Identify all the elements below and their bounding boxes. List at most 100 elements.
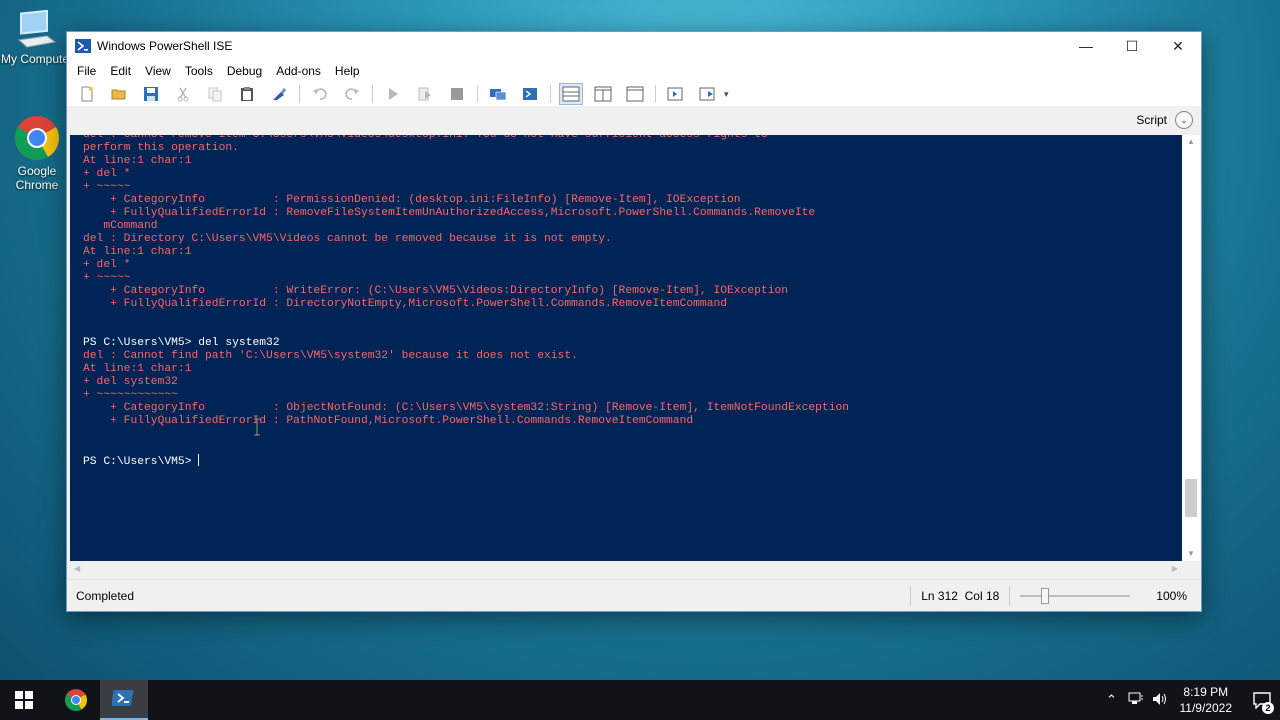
script-toggle-label[interactable]: Script xyxy=(1136,113,1167,127)
start-button[interactable] xyxy=(0,680,48,720)
show-script-pane-right-button[interactable] xyxy=(591,83,615,105)
cut-icon xyxy=(177,87,189,102)
clock[interactable]: 8:19 PM 11/9/2022 xyxy=(1180,684,1233,716)
desktop-icon-google-chrome[interactable]: Google Chrome xyxy=(0,114,74,192)
run-script-button[interactable] xyxy=(381,83,405,105)
save-icon xyxy=(144,87,158,101)
console-prompt-line: PS C:\Users\VM5> del system32 xyxy=(83,337,280,349)
windows-logo-icon xyxy=(15,691,33,709)
console-error-line: At line:1 char:1 xyxy=(83,363,192,375)
toolbar-separator xyxy=(550,85,551,103)
show-script-pane-toggle[interactable]: ⌄ xyxy=(1175,111,1193,129)
text-cursor-icon xyxy=(254,418,260,436)
chevron-up-icon[interactable]: ⌃ xyxy=(1100,692,1124,708)
new-remote-tab-button[interactable] xyxy=(486,83,510,105)
show-script-pane-maximized-button[interactable] xyxy=(623,83,647,105)
minimize-button[interactable]: — xyxy=(1063,32,1109,60)
desktop-icon-label: My Computer xyxy=(0,52,74,66)
network-icon[interactable] xyxy=(1124,692,1148,709)
clock-time: 8:19 PM xyxy=(1183,685,1229,699)
menu-bar: File Edit View Tools Debug Add-ons Help xyxy=(67,60,1201,82)
close-button[interactable]: ✕ xyxy=(1155,32,1201,60)
text-caret xyxy=(198,454,200,466)
console-error-line: + ~~~~~ xyxy=(83,181,131,193)
menu-file[interactable]: File xyxy=(70,64,103,78)
powershell-app-icon xyxy=(75,39,91,53)
volume-icon[interactable] xyxy=(1148,692,1172,709)
run-icon xyxy=(389,88,398,100)
scroll-left-icon[interactable]: ◀ xyxy=(74,561,80,577)
layout-right-icon xyxy=(594,86,612,102)
desktop-icon-label: Google Chrome xyxy=(15,164,59,192)
status-bar: Completed Ln 312 Col 18 100% xyxy=(67,579,1201,611)
window-title: Windows PowerShell ISE xyxy=(97,39,233,53)
console-error-line: + CategoryInfo : ObjectNotFound: (C:\Use… xyxy=(83,402,850,414)
horizontal-scrollbar[interactable]: ◀ ▶ xyxy=(70,561,1200,577)
taskbar-chrome-button[interactable] xyxy=(52,680,100,720)
taskbar-powershell-ise-button[interactable] xyxy=(100,680,148,720)
cut-button[interactable] xyxy=(171,83,195,105)
menu-tools[interactable]: Tools xyxy=(178,64,220,78)
save-button[interactable] xyxy=(139,83,163,105)
menu-debug[interactable]: Debug xyxy=(220,64,269,78)
menu-edit[interactable]: Edit xyxy=(103,64,138,78)
new-button[interactable] xyxy=(75,83,99,105)
console-error-line: del : Directory C:\Users\VM5\Videos cann… xyxy=(83,233,612,245)
computer-icon xyxy=(17,10,57,48)
run-selection-button[interactable] xyxy=(413,83,437,105)
console-error-line: mCommand xyxy=(83,220,158,232)
console-error-line: + del system32 xyxy=(83,376,178,388)
console-pane[interactable]: del : Cannot remove item C:\Users\VM5\Vi… xyxy=(70,135,1200,561)
copy-button[interactable] xyxy=(203,83,227,105)
cursor-position: Ln 312 Col 18 xyxy=(921,589,1000,603)
zoom-slider[interactable] xyxy=(1020,588,1131,604)
scroll-down-icon[interactable]: ▼ xyxy=(1182,547,1200,561)
toolbar-separator xyxy=(299,85,300,103)
notification-count-badge: 2 xyxy=(1262,702,1274,714)
zoom-slider-thumb[interactable] xyxy=(1041,588,1050,604)
console-output[interactable]: del : Cannot remove item C:\Users\VM5\Vi… xyxy=(83,135,1173,468)
show-addon-icon xyxy=(699,87,715,101)
start-powershell-button[interactable] xyxy=(518,83,542,105)
maximize-button[interactable]: ☐ xyxy=(1109,32,1155,60)
copy-icon xyxy=(208,87,222,102)
undo-button[interactable] xyxy=(308,83,332,105)
clear-icon xyxy=(273,88,286,100)
console-error-line: At line:1 char:1 xyxy=(83,155,192,167)
redo-button[interactable] xyxy=(340,83,364,105)
console-error-line: + CategoryInfo : PermissionDenied: (desk… xyxy=(83,194,741,206)
paste-icon xyxy=(241,87,253,101)
console-error-line: + FullyQualifiedErrorId : RemoveFileSyst… xyxy=(83,207,816,219)
show-command-addon-button[interactable] xyxy=(696,83,720,105)
scroll-right-icon[interactable]: ▶ xyxy=(1172,561,1178,577)
menu-help[interactable]: Help xyxy=(328,64,367,78)
console-error-line: + ~~~~~~~~~~~~ xyxy=(83,389,178,401)
scrollbar-thumb[interactable] xyxy=(1185,479,1197,517)
taskbar: ⌃ 8:19 PM 11/9/2022 2 xyxy=(0,680,1280,720)
status-text: Completed xyxy=(76,588,135,603)
scroll-up-icon[interactable]: ▲ xyxy=(1182,135,1200,149)
toolbar-overflow-icon[interactable]: ▾ xyxy=(724,89,729,100)
title-bar[interactable]: Windows PowerShell ISE — ☐ ✕ xyxy=(67,32,1201,60)
console-error-line: del : Cannot find path 'C:\Users\VM5\sys… xyxy=(83,350,578,362)
console-prompt-line: PS C:\Users\VM5> xyxy=(83,454,200,468)
layout-max-icon xyxy=(626,86,644,102)
menu-add-ons[interactable]: Add-ons xyxy=(269,64,328,78)
show-script-pane-top-button[interactable] xyxy=(559,83,583,105)
toolbar-separator xyxy=(655,85,656,103)
paste-button[interactable] xyxy=(235,83,259,105)
stop-button[interactable] xyxy=(445,83,469,105)
open-button[interactable] xyxy=(107,83,131,105)
vertical-scrollbar[interactable]: ▲ ▼ xyxy=(1182,135,1200,561)
clear-console-button[interactable] xyxy=(267,83,291,105)
stop-icon xyxy=(451,88,463,100)
show-command-window-button[interactable] xyxy=(664,83,688,105)
status-separator xyxy=(910,586,912,606)
action-center-button[interactable]: 2 xyxy=(1244,680,1280,720)
desktop-icon-my-computer[interactable]: My Computer xyxy=(0,10,74,66)
menu-view[interactable]: View xyxy=(138,64,178,78)
